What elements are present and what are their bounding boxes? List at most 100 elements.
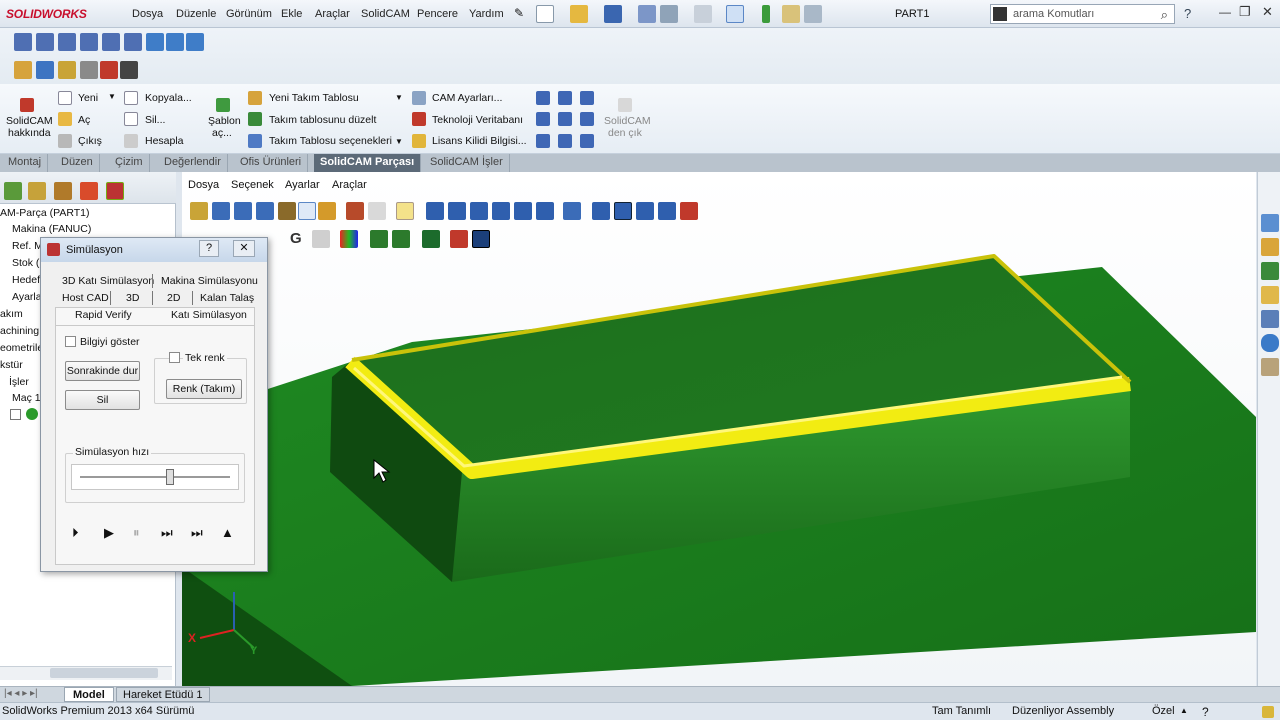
minimize-icon[interactable]: — [1219,5,1231,19]
tab-ofis-urunleri[interactable]: Ofis Ürünleri [234,154,309,172]
section-icon[interactable] [346,202,364,220]
search-icon[interactable]: ⌕ [1161,7,1168,23]
delete-button[interactable]: Sil... [145,114,165,126]
tab-3d[interactable]: 3D [126,292,139,304]
tab-montaj[interactable]: Montaj [2,154,49,172]
menu-yardim[interactable]: Yardım [469,8,504,20]
view-bottom-icon[interactable] [124,33,142,51]
undo-icon[interactable] [660,5,678,23]
graph-icon[interactable] [472,230,490,248]
view-front-icon[interactable] [14,33,32,51]
wrench-icon[interactable] [36,61,54,79]
menu-araclar[interactable]: Araçlar [315,8,350,20]
tab-solid-sim[interactable]: Katı Simülasyon [171,309,247,321]
tree-ref[interactable]: Ref. M [12,240,43,252]
menu-duzenle[interactable]: Düzenle [176,8,216,20]
pause-icon[interactable]: ⏸ [133,525,140,541]
save-icon[interactable] [604,5,622,23]
view-back-icon[interactable] [36,33,54,51]
tab-machine-sim[interactable]: Makina Simülasyonu [161,275,258,287]
tool-table-dropdown-icon[interactable]: ▼ [395,93,403,102]
zoom-icon[interactable] [190,202,208,220]
view-right-icon[interactable] [80,33,98,51]
solidcam-manager-icon[interactable] [106,182,124,200]
vp-menu-dosya[interactable]: Dosya [188,179,219,191]
tree-stock[interactable]: Stok ( [12,257,39,269]
tab-remaining-material[interactable]: Kalan Talaş [200,292,254,304]
view-dimetric-icon[interactable] [166,33,184,51]
tab-solidcam-isler[interactable]: SolidCAM İşler [424,154,510,172]
copy-button[interactable]: Kopyala... [145,92,192,104]
tool-table-icon[interactable] [58,61,76,79]
design-library-icon[interactable] [1261,262,1279,280]
units-select[interactable]: Özel [1152,705,1175,717]
delete-button[interactable]: Sil [65,390,140,410]
vp-menu-araclar[interactable]: Araçlar [332,179,367,191]
home-icon[interactable] [1261,238,1279,256]
display-mode-3-icon[interactable] [636,202,654,220]
graphics-viewport[interactable]: X Y Dosya Seçenek Ayarlar Araçlar G [182,172,1256,686]
menu-ekle[interactable]: Ekle [281,8,302,20]
go-end-icon[interactable]: ⏭ [191,525,203,541]
traffic-light-icon[interactable] [762,5,770,23]
menu-solidcam[interactable]: SolidCAM [361,8,410,20]
view-top-icon[interactable] [102,33,120,51]
speed-slider[interactable] [71,464,239,490]
slider-thumb[interactable] [166,469,174,485]
tree-operations[interactable]: İşler [9,376,29,388]
new-dropdown-icon[interactable]: ▼ [108,92,116,101]
tab-duzen[interactable]: Düzen [55,154,100,172]
view-left-icon[interactable] [58,33,76,51]
file-explorer-icon[interactable] [1261,286,1279,304]
dialog-close-button[interactable]: ✕ [233,240,255,257]
vp-menu-ayarlar[interactable]: Ayarlar [285,179,320,191]
tree-settings[interactable]: Ayarla [12,291,42,303]
select-icon[interactable] [298,202,316,220]
exit-button[interactable]: Çıkış [78,135,102,147]
cam-settings-button[interactable]: CAM Ayarları... [432,92,502,104]
view-cube-2-icon[interactable] [448,202,466,220]
ops-icon-7[interactable] [536,134,550,148]
tree-mac-1[interactable]: Maç 1 [12,392,41,404]
tab-motion-study[interactable]: Hareket Etüdü 1 [116,687,210,702]
ops-icon-3[interactable] [580,91,594,105]
pin-icon[interactable]: ✎ [514,6,524,20]
help-icon[interactable]: ? [1184,6,1191,21]
resources-icon[interactable] [1261,214,1279,232]
tech-db-button[interactable]: Teknoloji Veritabanı [432,114,523,126]
vp-menu-secenek[interactable]: Seçenek [231,179,274,191]
view-normal-to-icon[interactable] [186,33,204,51]
tab-degerlendir[interactable]: Değerlendir [158,154,228,172]
tool-table-options-button[interactable]: Takım Tablosu seçenekleri [269,135,392,147]
view-cube-1-icon[interactable] [426,202,444,220]
rebuild-icon[interactable] [1262,706,1274,718]
pan-icon[interactable] [234,202,252,220]
tab-nav-icon[interactable]: |◂ ◂ ▸ ▸| [4,688,38,699]
tree-machine[interactable]: Makina (FANUC) [12,223,91,235]
exit-solidcam-label-2[interactable]: den çık [608,127,642,139]
edit-tool-table-button[interactable]: Takım tablosunu düzelt [269,114,376,126]
tree-tool[interactable]: akım [0,308,23,320]
ops-icon-1[interactable] [536,91,550,105]
collision-icon[interactable] [450,230,468,248]
zoom-window-icon[interactable] [212,202,230,220]
tab-solidcam-parcasi[interactable]: SolidCAM Parçası [314,154,422,172]
display-mode-5-icon[interactable] [680,202,698,220]
template-label-1[interactable]: Şablon [208,115,241,127]
refresh-icon[interactable]: G [290,230,302,247]
license-info-button[interactable]: Lisans Kilidi Bilgisi... [432,135,527,147]
tree-fixture[interactable]: kstür [0,359,23,371]
display-mode-4-icon[interactable] [658,202,676,220]
search-input[interactable]: arama Komutları [1013,8,1094,20]
dialog-help-button[interactable]: ? [199,240,219,257]
rotate-icon[interactable] [256,202,274,220]
view-cube-4-icon[interactable] [492,202,510,220]
options-dropdown-icon[interactable]: ▼ [395,137,403,146]
menu-dosya[interactable]: Dosya [132,8,163,20]
tool-holder-icon[interactable] [392,230,410,248]
exit-solidcam-label-1[interactable]: SolidCAM [604,115,651,127]
feature-manager-icon[interactable] [4,182,22,200]
tree-geometries[interactable]: eometrile [0,342,43,354]
next-icon[interactable]: ⏭ [161,525,173,541]
display-mode-2-icon[interactable] [614,202,632,220]
